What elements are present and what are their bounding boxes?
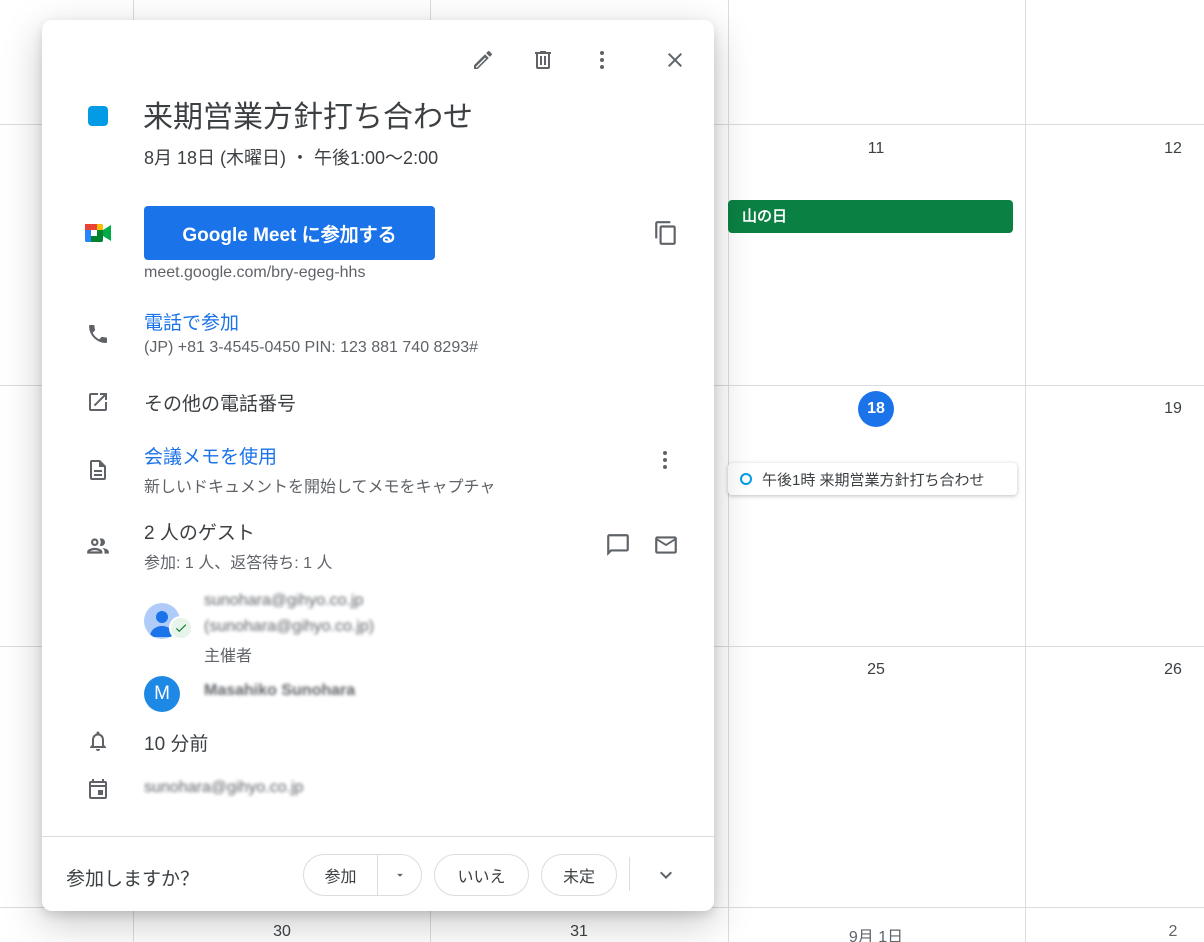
google-meet-icon	[84, 219, 112, 247]
accepted-check-icon	[169, 616, 193, 640]
email-guests-button[interactable]	[652, 531, 680, 559]
open-in-new-icon	[84, 388, 112, 416]
day-number[interactable]: 31	[570, 923, 588, 941]
footer-separator	[629, 857, 630, 891]
event-detail-popup: 来期営業方針打ち合わせ 8月 18日 (木曜日) ・ 午後1:00～2:00 G…	[42, 20, 714, 911]
rsvp-yes-dropdown[interactable]	[378, 855, 421, 895]
event-chip-label: 午後1時 来期営業方針打ち合わせ	[762, 471, 985, 489]
day-number[interactable]: 25	[867, 661, 885, 679]
edit-button[interactable]	[467, 44, 499, 76]
rsvp-no-button[interactable]: いいえ	[434, 854, 529, 896]
guest-email-secondary: (sunohara@gihyo.co.jp)	[204, 618, 374, 636]
notes-more-button[interactable]	[651, 446, 679, 474]
event-chip[interactable]: 午後1時 来期営業方針打ち合わせ	[728, 463, 1017, 495]
meeting-notes-link[interactable]: 会議メモを使用	[144, 442, 277, 469]
footer-divider	[42, 836, 714, 837]
meeting-notes-detail: 新しいドキュメントを開始してメモをキャプチャ	[144, 479, 496, 496]
phone-detail: (JP) +81 3-4545-0450 PIN: 123 881 740 82…	[144, 339, 479, 356]
reminder-text: 10 分前	[144, 734, 209, 755]
rsvp-yes-split-button: 参加	[303, 854, 422, 896]
guests-heading: 2 人のゲスト	[144, 523, 255, 544]
guest-role: 主催者	[204, 648, 253, 665]
expand-rsvp-button[interactable]	[652, 861, 680, 889]
day-number[interactable]: 11	[868, 140, 885, 158]
guests-summary: 参加: 1 人、返答待ち: 1 人	[144, 555, 333, 572]
meet-url: meet.google.com/bry-egeg-hhs	[144, 264, 366, 281]
arrow-drop-down-icon	[396, 873, 403, 877]
event-datetime: 8月 18日 (木曜日) ・ 午後1:00～2:00	[144, 148, 439, 168]
event-color-indicator	[88, 106, 108, 126]
close-button[interactable]	[659, 44, 691, 76]
delete-button[interactable]	[527, 44, 559, 76]
rsvp-yes-button[interactable]: 参加	[304, 855, 378, 895]
join-meet-button[interactable]: Google Meet に参加する	[144, 206, 435, 260]
join-by-phone-link[interactable]: 電話で参加	[144, 308, 239, 335]
day-number[interactable]: 12	[1164, 140, 1182, 158]
day-number[interactable]: 30	[273, 923, 291, 941]
event-status-icon	[740, 473, 752, 485]
document-icon	[84, 456, 112, 484]
more-vert-icon	[663, 451, 667, 469]
copy-button[interactable]	[652, 219, 680, 247]
rsvp-maybe-button[interactable]: 未定	[541, 854, 617, 896]
chat-guests-button[interactable]	[604, 531, 632, 559]
rsvp-question: 参加しますか？	[66, 869, 200, 890]
event-title: 来期営業方針打ち合わせ	[143, 101, 473, 134]
calendar-icon	[84, 775, 112, 803]
chat-icon	[607, 534, 629, 556]
guest-name: Masahiko Sunohara	[204, 682, 356, 699]
today-day-number[interactable]: 18	[858, 391, 894, 427]
trash-icon	[535, 51, 551, 69]
holiday-event[interactable]: 山の日	[728, 200, 1013, 233]
day-number[interactable]: 26	[1164, 661, 1182, 679]
people-icon	[84, 532, 112, 560]
more-phone-numbers-link[interactable]: その他の電話番号	[144, 389, 296, 416]
day-number[interactable]: 2	[1169, 923, 1178, 941]
day-number[interactable]: 9月 1日	[849, 923, 903, 942]
day-number[interactable]: 19	[1164, 400, 1182, 418]
guest-email: sunohara@gihyo.co.jp	[204, 592, 364, 609]
close-icon	[668, 53, 682, 67]
guest-avatar: M	[144, 676, 180, 712]
more-options-button[interactable]	[586, 44, 618, 76]
pencil-icon	[474, 50, 493, 69]
mail-icon	[655, 536, 677, 554]
calendar-owner: sunohara@gihyo.co.jp	[144, 779, 304, 796]
phone-icon	[84, 320, 112, 348]
grid-line	[1025, 0, 1026, 942]
more-vert-icon	[600, 51, 604, 69]
guest-email-secondary-text: (sunohara@gihyo.co.jp)	[204, 618, 375, 635]
copy-icon	[655, 221, 676, 245]
bell-icon	[84, 727, 112, 755]
chevron-down-icon	[660, 871, 672, 879]
